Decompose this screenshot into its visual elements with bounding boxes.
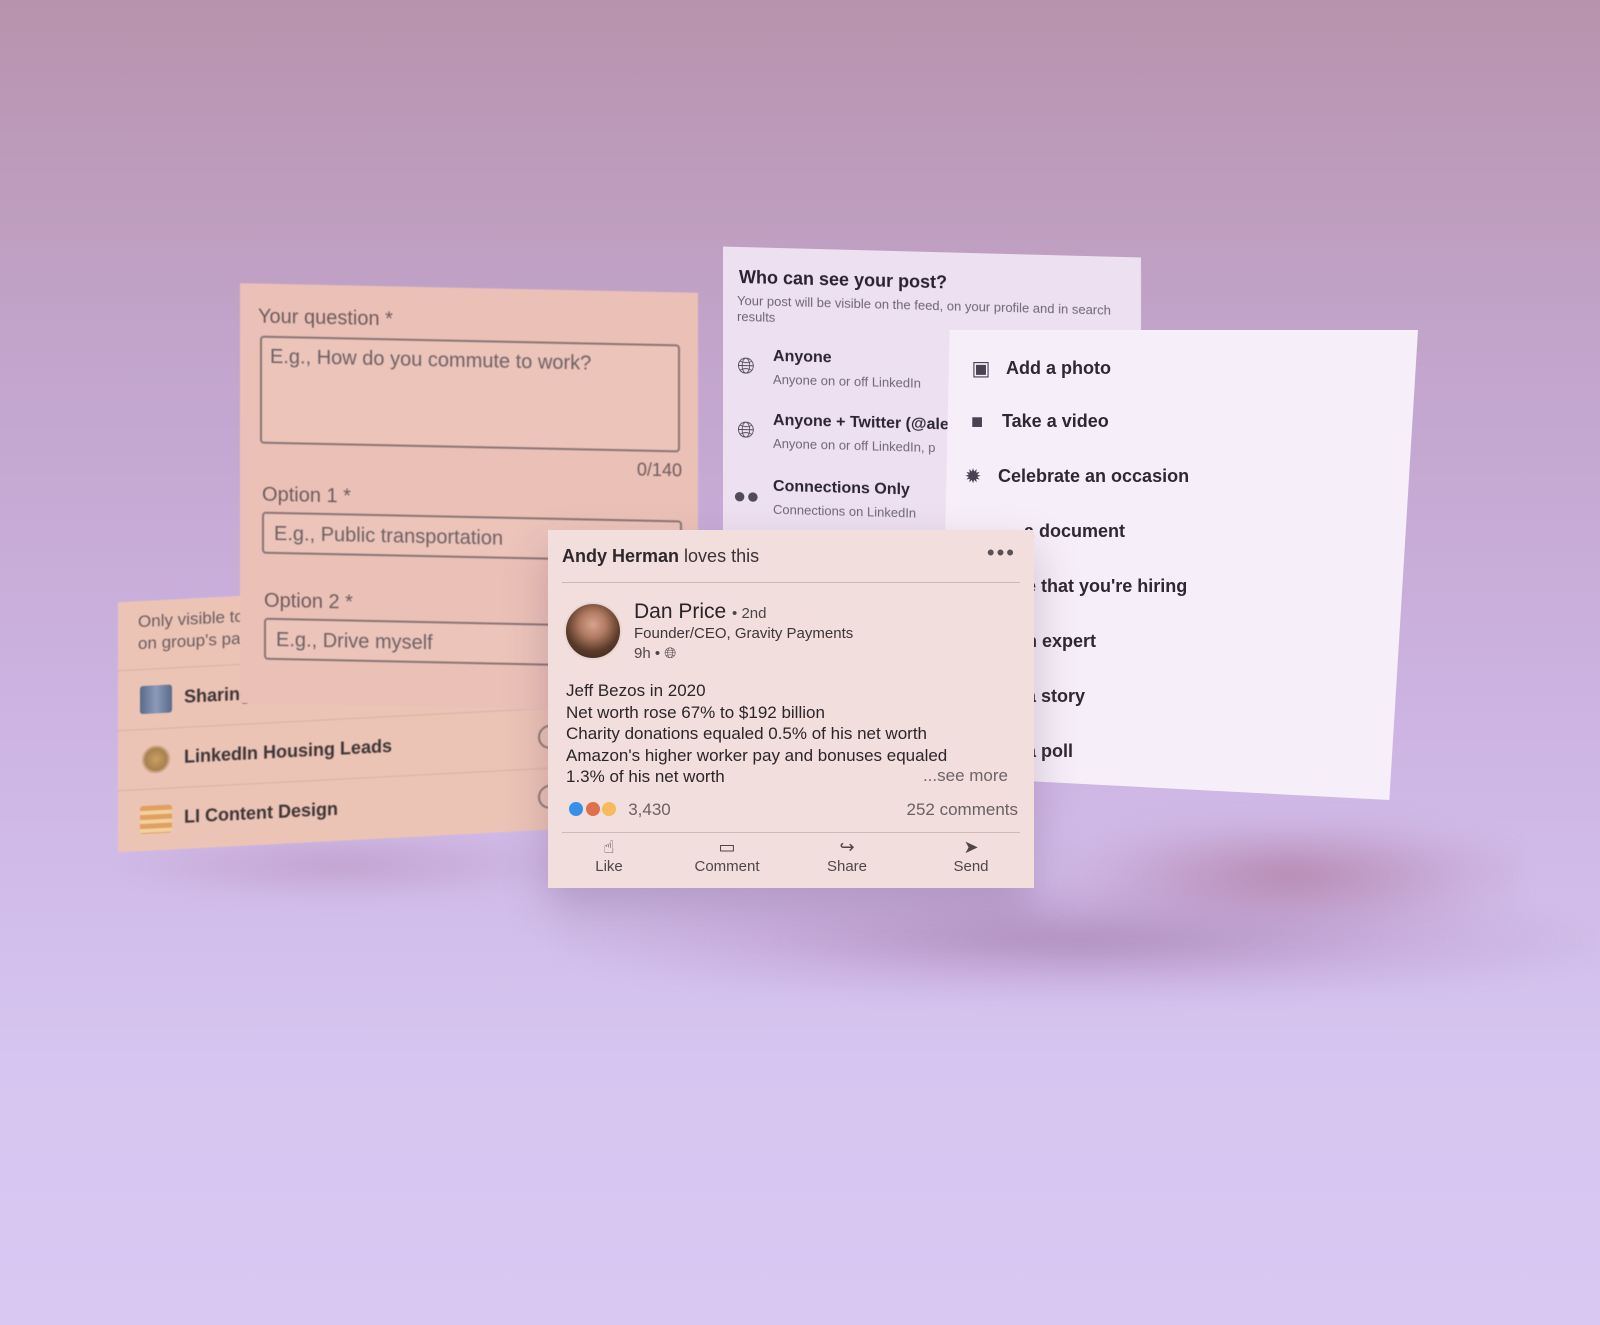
post-meta: 9h • 🌐︎	[634, 645, 676, 662]
post-body-line: Charity donations equaled 0.5% of his ne…	[566, 724, 928, 743]
visibility-title: Who can see your post?	[739, 266, 948, 293]
activity-text: loves this	[684, 546, 760, 566]
send-label: Send	[953, 858, 989, 875]
people-icon: ●●	[733, 482, 760, 509]
see-more-link[interactable]: ...see more	[923, 766, 1008, 786]
globe-icon: 🌐︎	[737, 416, 755, 443]
comment-icon: ▭	[718, 837, 736, 857]
action-label: Add a photo	[1006, 358, 1111, 378]
group-item-label: LinkedIn Housing Leads	[184, 735, 393, 767]
option-name: Anyone	[773, 347, 832, 367]
option1-placeholder: E.g., Public transportation	[274, 522, 504, 550]
post-time: 9h •	[634, 645, 661, 662]
more-options-icon[interactable]: •••	[987, 540, 1016, 566]
question-input[interactable]: E.g., How do you commute to work?	[260, 335, 680, 453]
share-button[interactable]: ↪ Share	[792, 836, 902, 875]
like-label: Like	[595, 858, 623, 875]
group-note: Only visible to on group's pa	[138, 606, 244, 656]
love-reaction-icon	[584, 801, 601, 817]
visibility-subtitle: Your post will be visible on the feed, o…	[737, 292, 1111, 325]
avatar[interactable]	[564, 602, 622, 660]
post-body-line: Amazon's higher worker pay and bonuses e…	[566, 745, 948, 765]
divider	[562, 582, 1020, 583]
badge-icon: ✹	[964, 466, 982, 488]
post-body-line: Net worth rose 67% to $192 billion	[566, 702, 825, 722]
action-label: e that you're hiring	[1026, 576, 1188, 596]
group-avatar-icon	[140, 744, 172, 775]
option2-placeholder: E.g., Drive myself	[276, 628, 433, 655]
send-icon: ➤	[963, 837, 979, 857]
group-avatar-icon	[140, 684, 172, 715]
comment-label: Comment	[694, 858, 760, 875]
question-label: Your question *	[258, 305, 393, 331]
activity-actor[interactable]: Andy Herman	[562, 546, 679, 566]
reactions-summary[interactable]: 3,430	[568, 800, 671, 820]
author-line: Dan Price • 2nd	[634, 600, 767, 624]
character-counter: 0/140	[636, 459, 682, 481]
video-icon: ■	[970, 411, 984, 433]
reaction-count: 3,430	[628, 800, 671, 819]
comment-button[interactable]: ▭ Comment	[672, 836, 782, 875]
option-name: Anyone + Twitter (@alex	[773, 411, 958, 434]
activity-header: Andy Herman loves this	[562, 546, 759, 567]
send-button[interactable]: ➤ Send	[916, 836, 1026, 875]
option1-label: Option 1 *	[262, 483, 351, 508]
floor-shadow-right	[1060, 820, 1520, 930]
action-add-photo[interactable]: ▣ Add a photo	[968, 354, 1408, 388]
photo-icon: ▣	[971, 358, 991, 380]
option2-label: Option 2 *	[264, 589, 353, 614]
action-take-video[interactable]: ■ Take a video	[964, 407, 1404, 441]
option-description: Anyone on or off LinkedIn	[773, 371, 921, 391]
action-label: a document	[1024, 521, 1126, 541]
post-action-bar: ☝ Like ▭ Comment ↪ Share ➤ Send	[548, 830, 1034, 888]
group-avatar-icon	[140, 804, 172, 835]
share-arrow-icon: ↪	[839, 837, 855, 857]
insight-reaction-icon	[601, 801, 618, 817]
connection-degree: • 2nd	[732, 605, 767, 622]
author-name[interactable]: Dan Price	[634, 600, 726, 623]
globe-icon: 🌐︎	[737, 352, 755, 379]
option-description: Connections on LinkedIn	[773, 501, 917, 521]
thumbs-up-icon: ☝	[603, 837, 615, 857]
globe-icon: 🌐︎	[664, 645, 677, 662]
group-item-label: LI Content Design	[184, 798, 338, 827]
share-label: Share	[826, 858, 868, 875]
group-note-line2: on group's pa	[138, 628, 241, 654]
action-label: Take a video	[1002, 411, 1109, 431]
question-placeholder: E.g., How do you commute to work?	[270, 345, 592, 375]
action-label: Celebrate an occasion	[998, 466, 1190, 486]
feed-post-card: Andy Herman loves this ••• Dan Price • 2…	[548, 530, 1034, 888]
action-label: n expert	[1026, 631, 1097, 651]
like-button[interactable]: ☝ Like	[554, 836, 664, 875]
post-body-line: Jeff Bezos in 2020	[566, 681, 706, 700]
action-celebrate[interactable]: ✹ Celebrate an occasion	[960, 462, 1400, 496]
action-label: a story	[1026, 686, 1086, 706]
like-reaction-icon	[568, 801, 584, 817]
option-name: Connections Only	[773, 477, 910, 499]
author-headline: Founder/CEO, Gravity Payments	[634, 625, 854, 642]
option-description: Anyone on or off LinkedIn, p	[773, 435, 936, 456]
comments-count[interactable]: 252 comments	[907, 800, 1019, 820]
